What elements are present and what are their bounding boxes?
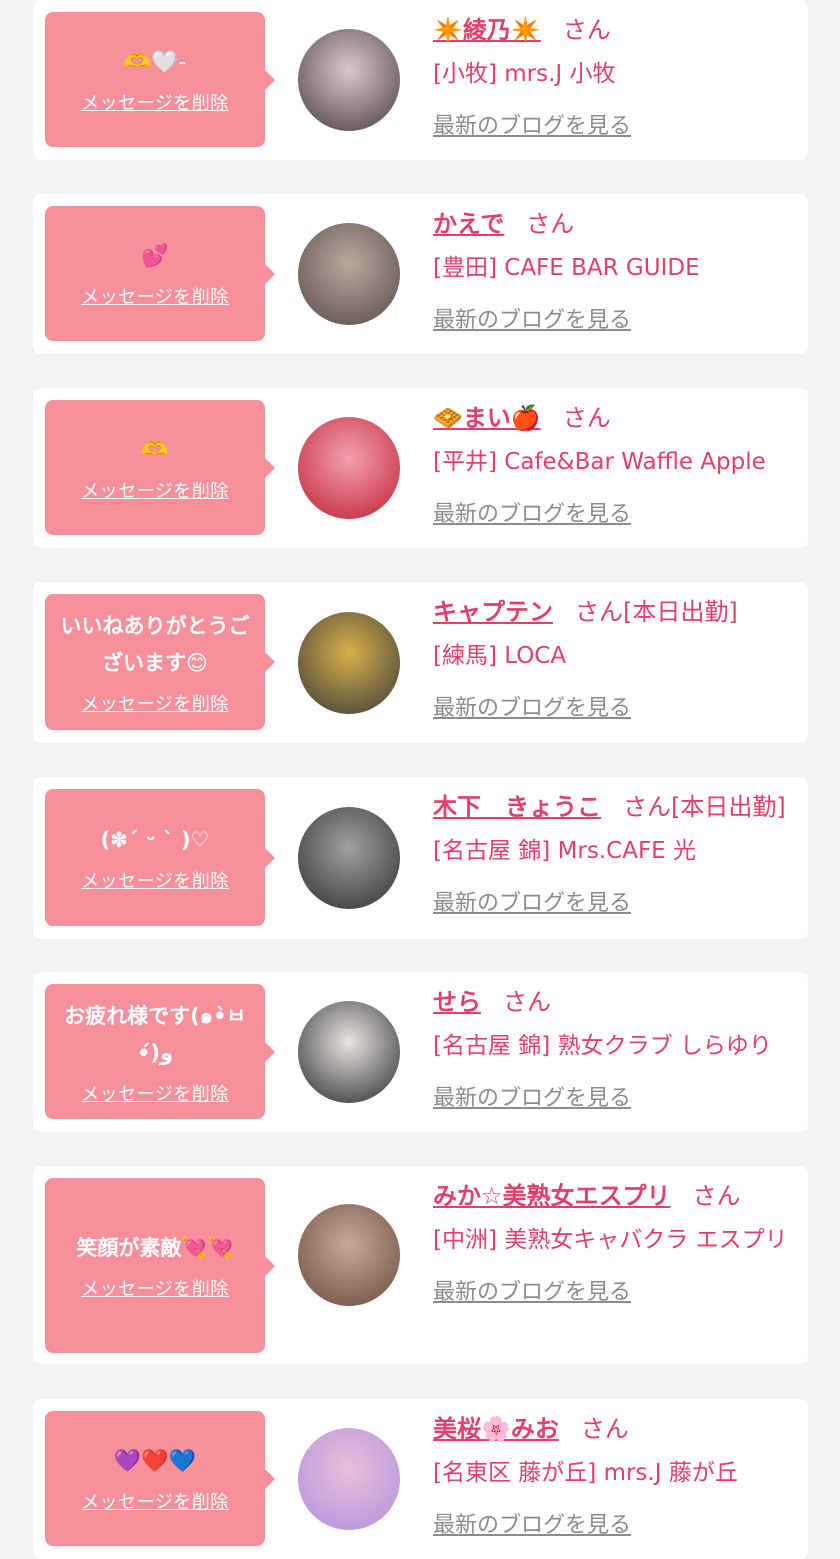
latest-blog-link[interactable]: 最新のブログを見る [433, 1507, 631, 1539]
message-bubble: 💕 メッセージを削除 [45, 206, 275, 341]
message-text: いいねありがとうございます😊 [60, 614, 250, 675]
user-info: 🧇まい🍎 さん [平井] Cafe&Bar Waffle Apple 最新のブログを見… [433, 398, 798, 528]
honorific-label: さん[本日出勤] [575, 598, 738, 626]
shop-label: [小牧] mrs.J 小牧 [433, 61, 616, 87]
message-bubble: いいねありがとうございます😊 メッセージを削除 [45, 594, 275, 730]
avatar[interactable] [298, 1204, 400, 1306]
message-bubble: 🫶🤍- メッセージを削除 [45, 12, 275, 147]
delete-message-link[interactable]: メッセージを削除 [81, 690, 229, 716]
shop-label: [名古屋 錦] 熟女クラブ しらゆり [433, 1033, 772, 1059]
message-card: いいねありがとうございます😊 メッセージを削除 キャプテン さん[本日出勤] [練馬] … [33, 582, 808, 743]
message-text: 🫶🤍- [123, 50, 187, 75]
delete-message-link[interactable]: メッセージを削除 [81, 1488, 229, 1514]
shop-label: [豊田] CAFE BAR GUIDE [433, 255, 700, 281]
name-line: みか☆美熟女エスプリ さん [433, 1176, 798, 1216]
user-name-link[interactable]: 美桜🌸みお [433, 1415, 559, 1443]
avatar[interactable] [298, 807, 400, 909]
latest-blog-link[interactable]: 最新のブログを見る [433, 1080, 631, 1112]
message-card: 🫶🤍- メッセージを削除 ✴️綾乃✴️ さん [小牧] mrs.J 小牧最新のブログを見… [33, 0, 808, 160]
delete-message-link[interactable]: メッセージを削除 [81, 477, 229, 503]
shop-label: [名東区 藤が丘] mrs.J 藤が丘 [433, 1460, 738, 1486]
name-line: 美桜🌸みお さん [433, 1409, 798, 1449]
message-card: 🫶 メッセージを削除 🧇まい🍎 さん [平井] Cafe&Bar Waffle Appl… [33, 388, 808, 548]
latest-blog-link[interactable]: 最新のブログを見る [433, 885, 631, 917]
message-card: 笑顔が素敵💘💘 メッセージを削除 みか☆美熟女エスプリ さん [中洲] 美熟女キャバクラ… [33, 1166, 808, 1364]
name-line: キャプテン さん[本日出勤] [433, 592, 798, 632]
delete-message-link[interactable]: メッセージを削除 [81, 283, 229, 309]
message-bubble: 笑顔が素敵💘💘 メッセージを削除 [45, 1178, 275, 1353]
name-line: ✴️綾乃✴️ さん [433, 10, 798, 50]
avatar[interactable] [298, 417, 400, 519]
user-name-link[interactable]: 🧇まい🍎 [433, 404, 541, 432]
shop-label: [練馬] LOCA [433, 643, 567, 669]
message-card: 💕 メッセージを削除 かえで さん [豊田] CAFE BAR GUIDE 最新のブログを… [33, 194, 808, 354]
user-name-link[interactable]: 木下 きょうこ [433, 793, 601, 821]
message-bubble: 🫶 メッセージを削除 [45, 400, 275, 535]
user-info: かえで さん [豊田] CAFE BAR GUIDE 最新のブログを見る [433, 204, 798, 334]
honorific-label: さん [580, 1415, 629, 1443]
message-card: お疲れ様です(๑•̀ㅂ•́)و メッセージを削除 せら さん [名古屋 錦] 熟女クラブ… [33, 972, 808, 1132]
message-text: 💕 [141, 244, 169, 269]
user-name-link[interactable]: キャプテン [433, 598, 553, 626]
name-line: 木下 きょうこ さん[本日出勤] [433, 787, 798, 827]
message-text: 🫶 [141, 438, 169, 463]
shop-label: [中洲] 美熟女キャバクラ エスプリ [433, 1227, 788, 1253]
delete-message-link[interactable]: メッセージを削除 [81, 867, 229, 893]
avatar[interactable] [298, 611, 400, 714]
user-name-link[interactable]: かえで [433, 210, 504, 238]
message-bubble: お疲れ様です(๑•̀ㅂ•́)و メッセージを削除 [45, 984, 275, 1119]
latest-blog-link[interactable]: 最新のブログを見る [433, 496, 631, 528]
honorific-label: さん [526, 210, 575, 238]
user-info: キャプテン さん[本日出勤] [練馬] LOCA 最新のブログを見る [433, 592, 798, 722]
shop-label: [平井] Cafe&Bar Waffle Apple [433, 449, 766, 475]
message-bubble: 💜❤️💙 メッセージを削除 [45, 1411, 275, 1546]
name-line: かえで さん [433, 204, 798, 244]
name-line: 🧇まい🍎 さん [433, 398, 798, 438]
name-line: せら さん [433, 982, 798, 1022]
message-text: (✽´ ᵕ ` )♡ [100, 828, 210, 852]
user-name-link[interactable]: せら [433, 988, 481, 1016]
honorific-label: さん [692, 1182, 741, 1210]
latest-blog-link[interactable]: 最新のブログを見る [433, 108, 631, 140]
user-info: せら さん [名古屋 錦] 熟女クラブ しらゆり最新のブログを見る [433, 982, 798, 1112]
avatar[interactable] [298, 1001, 400, 1103]
latest-blog-link[interactable]: 最新のブログを見る [433, 302, 631, 334]
latest-blog-link[interactable]: 最新のブログを見る [433, 690, 631, 722]
message-text: 笑顔が素敵💘💘 [76, 1236, 234, 1260]
honorific-label: さん [503, 988, 551, 1016]
user-name-link[interactable]: ✴️綾乃✴️ [433, 16, 541, 44]
avatar[interactable] [298, 1428, 400, 1530]
user-info: ✴️綾乃✴️ さん [小牧] mrs.J 小牧最新のブログを見る [433, 10, 798, 140]
avatar[interactable] [298, 29, 400, 131]
user-name-link[interactable]: みか☆美熟女エスプリ [433, 1182, 671, 1210]
message-text: 💜❤️💙 [113, 1449, 197, 1474]
avatar[interactable] [298, 223, 400, 325]
honorific-label: さん[本日出勤] [623, 793, 786, 821]
user-info: 木下 きょうこ さん[本日出勤] [名古屋 錦] Mrs.CAFE 光最新のブログを… [433, 787, 798, 917]
shop-label: [名古屋 錦] Mrs.CAFE 光 [433, 838, 697, 864]
delete-message-link[interactable]: メッセージを削除 [81, 1275, 229, 1301]
message-text: お疲れ様です(๑•̀ㅂ•́)و [64, 1003, 246, 1065]
delete-message-link[interactable]: メッセージを削除 [81, 1080, 229, 1106]
latest-blog-link[interactable]: 最新のブログを見る [433, 1274, 631, 1306]
message-card: 💜❤️💙 メッセージを削除 美桜🌸みお さん [名東区 藤が丘] mrs.J 藤が丘最新… [33, 1399, 808, 1559]
user-info: 美桜🌸みお さん [名東区 藤が丘] mrs.J 藤が丘最新のブログを見る [433, 1409, 798, 1539]
user-info: みか☆美熟女エスプリ さん [中洲] 美熟女キャバクラ エスプリ最新のブログを見る [433, 1176, 798, 1306]
delete-message-link[interactable]: メッセージを削除 [81, 89, 229, 115]
honorific-label: さん [562, 16, 611, 44]
honorific-label: さん [562, 404, 611, 432]
message-card: (✽´ ᵕ ` )♡ メッセージを削除 木下 きょうこ さん[本日出勤] [名古屋 錦]… [33, 777, 808, 939]
message-bubble: (✽´ ᵕ ` )♡ メッセージを削除 [45, 789, 275, 926]
